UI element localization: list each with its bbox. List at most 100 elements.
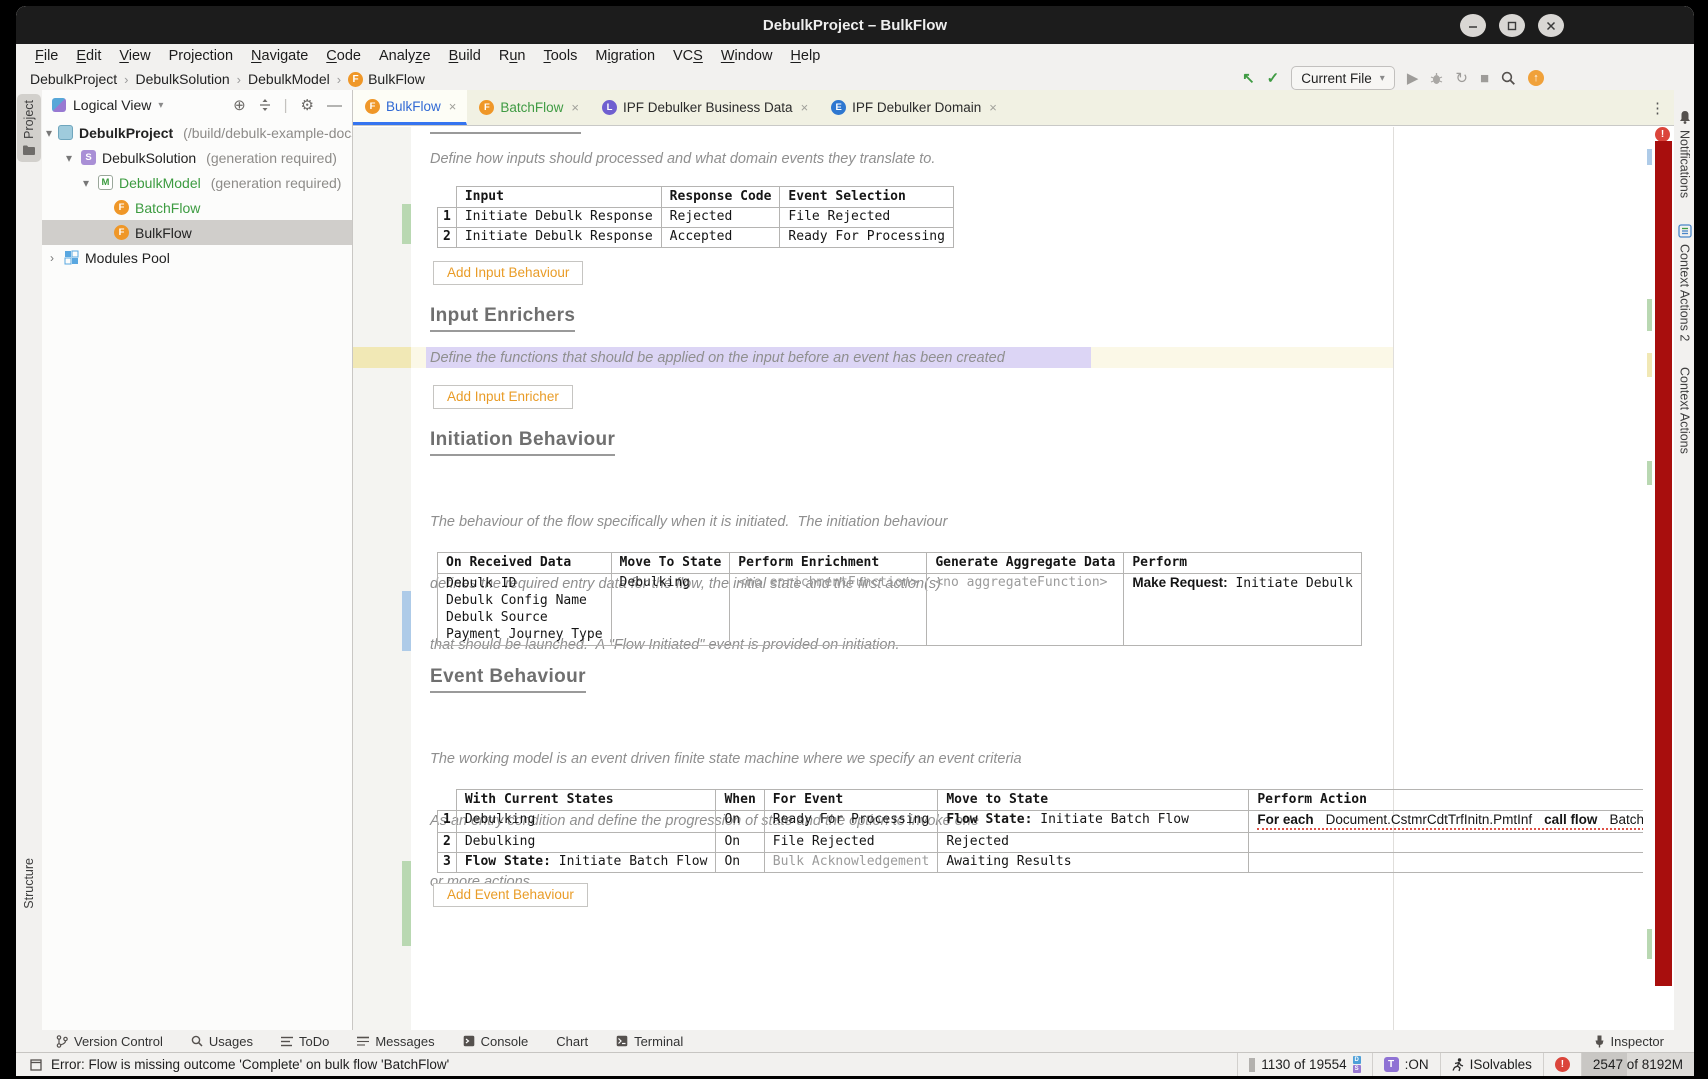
cell-action[interactable]: For eachDocument.CstmrCdtTrfInitn.PmtInf…: [1249, 811, 1643, 833]
collapse-all-icon[interactable]: [259, 99, 271, 111]
search-icon[interactable]: [1501, 71, 1516, 86]
cell-action[interactable]: [1249, 833, 1643, 853]
memory-indicator[interactable]: 2547 of 8192M: [1581, 1053, 1694, 1076]
solvables-widget[interactable]: ISolvables: [1440, 1053, 1543, 1076]
tree-item-bulkflow-selected[interactable]: F BulkFlow: [42, 220, 352, 245]
tool-button-console[interactable]: Console: [463, 1034, 529, 1049]
cell-move[interactable]: Awaiting Results: [938, 853, 1249, 873]
rerun-icon[interactable]: ↻: [1455, 71, 1468, 86]
tool-button-inspector[interactable]: Inspector: [1594, 1034, 1664, 1049]
context-actions-icon[interactable]: [1678, 224, 1692, 238]
menu-analyze[interactable]: Analyze: [370, 48, 440, 64]
breadcrumb-solution[interactable]: DebulkSolution: [136, 71, 230, 87]
tree-item-debulksolution[interactable]: ▾ S DebulkSolution (generation required): [42, 145, 352, 170]
menu-code[interactable]: Code: [317, 48, 370, 64]
cell-event[interactable]: Bulk Acknowledgement: [764, 853, 938, 873]
cell-move[interactable]: Rejected: [938, 833, 1249, 853]
tool-button-notifications[interactable]: Notifications: [1678, 130, 1692, 198]
menu-migration[interactable]: Migration: [586, 48, 664, 64]
menu-window[interactable]: Window: [712, 48, 782, 64]
close-button[interactable]: [1538, 14, 1564, 37]
menu-projection[interactable]: Projection: [160, 48, 242, 64]
menu-edit[interactable]: Edit: [67, 48, 110, 64]
chevron-down-icon[interactable]: ▾: [63, 151, 75, 165]
scroll-marker-strip[interactable]: [1643, 127, 1655, 1030]
menu-view[interactable]: View: [110, 48, 159, 64]
cell-perform[interactable]: Make Request: Initiate Debulk: [1124, 574, 1362, 646]
tree-item-debulkmodel[interactable]: ▾ M DebulkModel (generation required): [42, 170, 352, 195]
tool-button-version-control[interactable]: Version Control: [56, 1034, 163, 1049]
tab-domain[interactable]: E IPF Debulker Domain ×: [819, 90, 1008, 125]
tree-item-modules-pool[interactable]: › Modules Pool: [42, 245, 352, 270]
cell-aggregate[interactable]: <no aggregateFunction>: [927, 574, 1124, 646]
window-status-icon[interactable]: [30, 1059, 42, 1071]
cell-when[interactable]: On: [716, 833, 764, 853]
close-icon[interactable]: ×: [571, 100, 579, 115]
debug-icon[interactable]: [1430, 72, 1443, 85]
hide-panel-icon[interactable]: —: [327, 97, 342, 114]
cell-move-to-state[interactable]: Debulking: [611, 574, 730, 646]
tree-item-batchflow[interactable]: F BatchFlow: [42, 195, 352, 220]
chevron-right-icon[interactable]: ›: [46, 251, 58, 265]
tree-item-debulkproject[interactable]: ▾ DebulkProject (/build/debulk-example-d…: [42, 120, 352, 145]
locate-icon[interactable]: ⊕: [233, 96, 246, 114]
cell-states[interactable]: Debulking: [456, 811, 716, 833]
add-input-enricher-button[interactable]: Add Input Enricher: [433, 385, 573, 409]
cell-action[interactable]: [1249, 853, 1643, 873]
tool-button-context-actions-2[interactable]: Context Actions 2: [1678, 244, 1692, 341]
menu-build[interactable]: Build: [440, 48, 490, 64]
nav-back-icon[interactable]: ↖: [1242, 71, 1255, 86]
close-icon[interactable]: ×: [989, 100, 997, 115]
close-icon[interactable]: ×: [801, 100, 809, 115]
cell-when[interactable]: On: [716, 853, 764, 873]
cell-input[interactable]: Initiate Debulk Response: [456, 228, 661, 248]
error-count-widget[interactable]: !: [1543, 1053, 1581, 1076]
breadcrumb-project[interactable]: DebulkProject: [30, 71, 117, 87]
cell-move[interactable]: Flow State: Initiate Batch Flow: [938, 811, 1249, 833]
breadcrumb-model[interactable]: DebulkModel: [248, 71, 330, 87]
cell-event[interactable]: Ready For Processing: [764, 811, 938, 833]
chevron-down-icon[interactable]: ▾: [46, 126, 52, 140]
minimize-button[interactable]: [1460, 14, 1486, 37]
cell-event[interactable]: File Rejected: [780, 208, 954, 228]
error-stripe[interactable]: [1655, 141, 1672, 986]
tool-button-context-actions[interactable]: Context Actions: [1678, 367, 1692, 454]
bell-icon[interactable]: [1678, 110, 1692, 124]
cell-response[interactable]: Accepted: [661, 228, 780, 248]
tool-button-structure[interactable]: Structure: [17, 852, 41, 915]
add-input-behaviour-button[interactable]: Add Input Behaviour: [433, 261, 583, 285]
caret-position-widget[interactable]: 1130 of 19554 D S: [1237, 1053, 1371, 1076]
menu-help[interactable]: Help: [781, 48, 829, 64]
chevron-down-icon[interactable]: ▾: [158, 100, 163, 111]
cell-event[interactable]: Ready For Processing: [780, 228, 954, 248]
menu-file[interactable]: File: [26, 48, 67, 64]
tab-batchflow[interactable]: F BatchFlow ×: [467, 90, 590, 125]
cell-enrichment[interactable]: <no enrichmentFunction>: [730, 574, 927, 646]
add-event-behaviour-button[interactable]: Add Event Behaviour: [433, 883, 588, 907]
menu-navigate[interactable]: Navigate: [242, 48, 317, 64]
run-button[interactable]: ▶: [1407, 71, 1419, 86]
view-selector[interactable]: Logical View: [73, 97, 151, 113]
ide-update-icon[interactable]: ↑: [1528, 70, 1544, 86]
tab-business-data[interactable]: L IPF Debulker Business Data ×: [590, 90, 819, 125]
tool-button-project[interactable]: Project: [17, 94, 41, 162]
cell-input[interactable]: Initiate Debulk Response: [456, 208, 661, 228]
cell-response[interactable]: Rejected: [661, 208, 780, 228]
tool-button-messages[interactable]: Messages: [357, 1034, 434, 1049]
tab-bulkflow[interactable]: F BulkFlow ×: [353, 90, 467, 125]
editor-options-kebab-icon[interactable]: ⋮: [1650, 99, 1665, 117]
cell-event[interactable]: File Rejected: [764, 833, 938, 853]
cell-received-data[interactable]: Debulk ID Debulk Config Name Debulk Sour…: [438, 574, 612, 646]
gear-icon[interactable]: ⚙: [301, 96, 314, 114]
maximize-button[interactable]: [1499, 14, 1525, 37]
tool-button-terminal[interactable]: Terminal: [616, 1034, 683, 1049]
close-icon[interactable]: ×: [449, 99, 457, 114]
cell-states[interactable]: Flow State: Initiate Batch Flow: [456, 853, 716, 873]
tool-button-todo[interactable]: ToDo: [281, 1034, 329, 1049]
run-config-select[interactable]: Current File ▾: [1291, 66, 1395, 90]
breadcrumb-bulkflow[interactable]: F BulkFlow: [348, 71, 425, 87]
cell-when[interactable]: On: [716, 811, 764, 833]
tool-button-usages[interactable]: Usages: [191, 1034, 253, 1049]
chevron-down-icon[interactable]: ▾: [80, 176, 92, 190]
cell-states[interactable]: Debulking: [456, 833, 716, 853]
